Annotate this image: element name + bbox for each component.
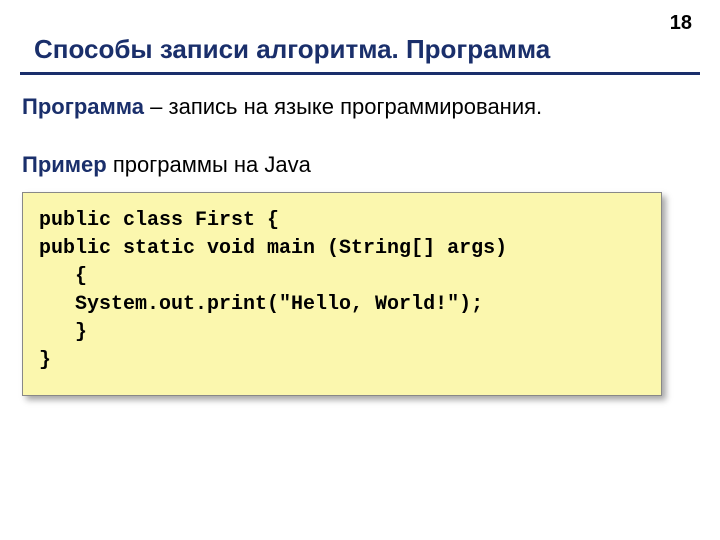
example-text: программы на Java	[107, 152, 311, 177]
code-content: public class First { public static void …	[39, 207, 645, 375]
page-number: 18	[670, 12, 692, 35]
example-term: Пример	[22, 152, 107, 177]
slide: 18 Способы записи алгоритма. Программа П…	[0, 0, 720, 540]
example-line: Пример программы на Java	[22, 150, 311, 180]
definition-term: Программа	[22, 94, 144, 119]
title-underline	[20, 72, 700, 75]
definition-line: Программа – запись на языке программиров…	[22, 92, 542, 122]
code-box: public class First { public static void …	[22, 192, 662, 396]
slide-title: Способы записи алгоритма. Программа	[34, 34, 550, 65]
definition-text: – запись на языке программирования.	[144, 94, 542, 119]
